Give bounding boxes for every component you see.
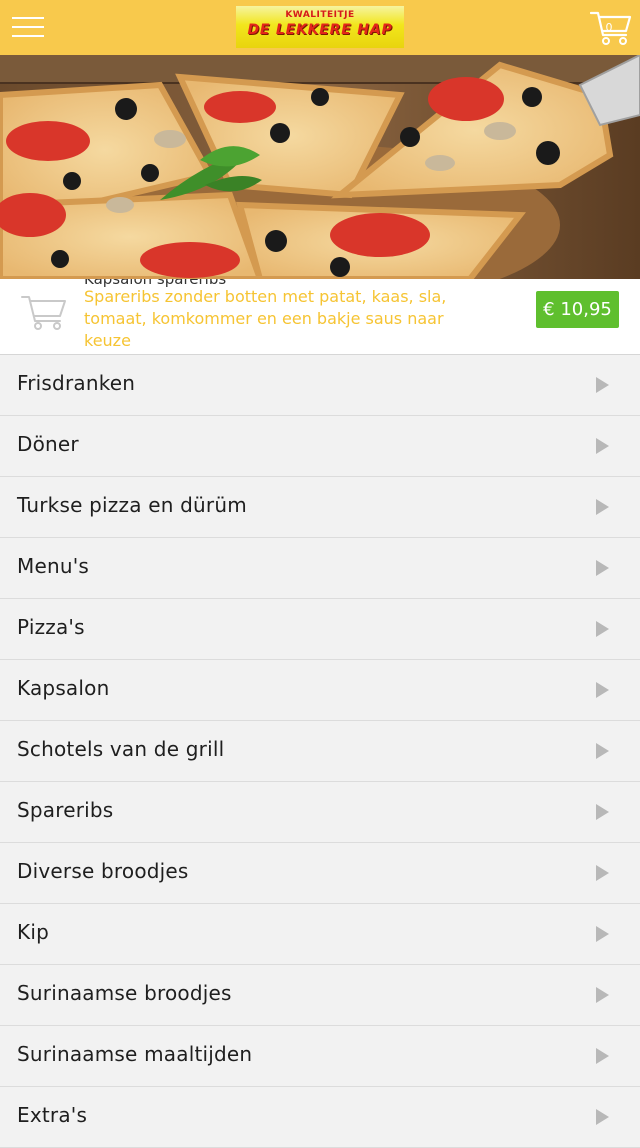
hamburger-line — [12, 35, 44, 37]
chevron-right-icon — [596, 804, 609, 820]
price-button[interactable]: € 10,95 — [536, 291, 619, 328]
hamburger-icon[interactable] — [12, 15, 44, 39]
category-item-kip[interactable]: Kip — [0, 904, 640, 965]
category-item-diverse-broodjes[interactable]: Diverse broodjes — [0, 843, 640, 904]
category-item-schotels[interactable]: Schotels van de grill — [0, 721, 640, 782]
category-label: Surinaamse maaltijden — [17, 1042, 253, 1066]
cart-count-badge: 0 — [605, 21, 613, 34]
category-item-surinaamse-broodjes[interactable]: Surinaamse broodjes — [0, 965, 640, 1026]
featured-product[interactable]: Kapsalon spareribs Spareribs zonder bott… — [0, 279, 640, 355]
category-label: Kapsalon — [17, 676, 110, 700]
chevron-right-icon — [596, 499, 609, 515]
hero-image — [0, 55, 640, 279]
chevron-right-icon — [596, 1048, 609, 1064]
pizza-slices-photo — [0, 55, 640, 279]
chevron-right-icon — [596, 987, 609, 1003]
category-label: Kip — [17, 920, 49, 944]
chevron-right-icon — [596, 743, 609, 759]
logo-line2: DE LEKKERE HAP — [247, 22, 393, 38]
category-label: Frisdranken — [17, 371, 136, 395]
chevron-right-icon — [596, 926, 609, 942]
logo-line1: KWALITEITJE — [285, 10, 355, 20]
category-label: Spareribs — [17, 798, 114, 822]
category-label: Turkse pizza en dürüm — [17, 493, 247, 517]
category-item-menus[interactable]: Menu's — [0, 538, 640, 599]
category-label: Extra's — [17, 1103, 88, 1127]
category-label: Menu's — [17, 554, 90, 578]
category-item-kapsalon[interactable]: Kapsalon — [0, 660, 640, 721]
category-item-doner[interactable]: Döner — [0, 416, 640, 477]
category-item-turkse-pizza[interactable]: Turkse pizza en dürüm — [0, 477, 640, 538]
category-item-surinaamse-maaltijden[interactable]: Surinaamse maaltijden — [0, 1026, 640, 1087]
chevron-right-icon — [596, 377, 609, 393]
hamburger-line — [12, 17, 44, 19]
chevron-right-icon — [596, 1109, 609, 1125]
chevron-right-icon — [596, 865, 609, 881]
hamburger-line — [12, 26, 44, 28]
category-item-spareribs[interactable]: Spareribs — [0, 782, 640, 843]
chevron-right-icon — [596, 560, 609, 576]
category-list: Frisdranken Döner Turkse pizza en dürüm … — [0, 355, 640, 1148]
category-label: Surinaamse broodjes — [17, 981, 232, 1005]
category-item-frisdranken[interactable]: Frisdranken — [0, 355, 640, 416]
category-label: Schotels van de grill — [17, 737, 225, 761]
category-label: Döner — [17, 432, 79, 456]
logo[interactable]: KWALITEITJE DE LEKKERE HAP — [236, 6, 404, 48]
chevron-right-icon — [596, 682, 609, 698]
category-item-extras[interactable]: Extra's — [0, 1087, 640, 1148]
category-label: Pizza's — [17, 615, 85, 639]
category-label: Diverse broodjes — [17, 859, 189, 883]
featured-product-description: Spareribs zonder botten met patat, kaas,… — [84, 287, 447, 350]
category-item-pizzas[interactable]: Pizza's — [0, 599, 640, 660]
top-bar: KWALITEITJE DE LEKKERE HAP 0 — [0, 0, 640, 55]
shopping-cart-icon[interactable] — [20, 291, 68, 331]
chevron-right-icon — [596, 438, 609, 454]
chevron-right-icon — [596, 621, 609, 637]
